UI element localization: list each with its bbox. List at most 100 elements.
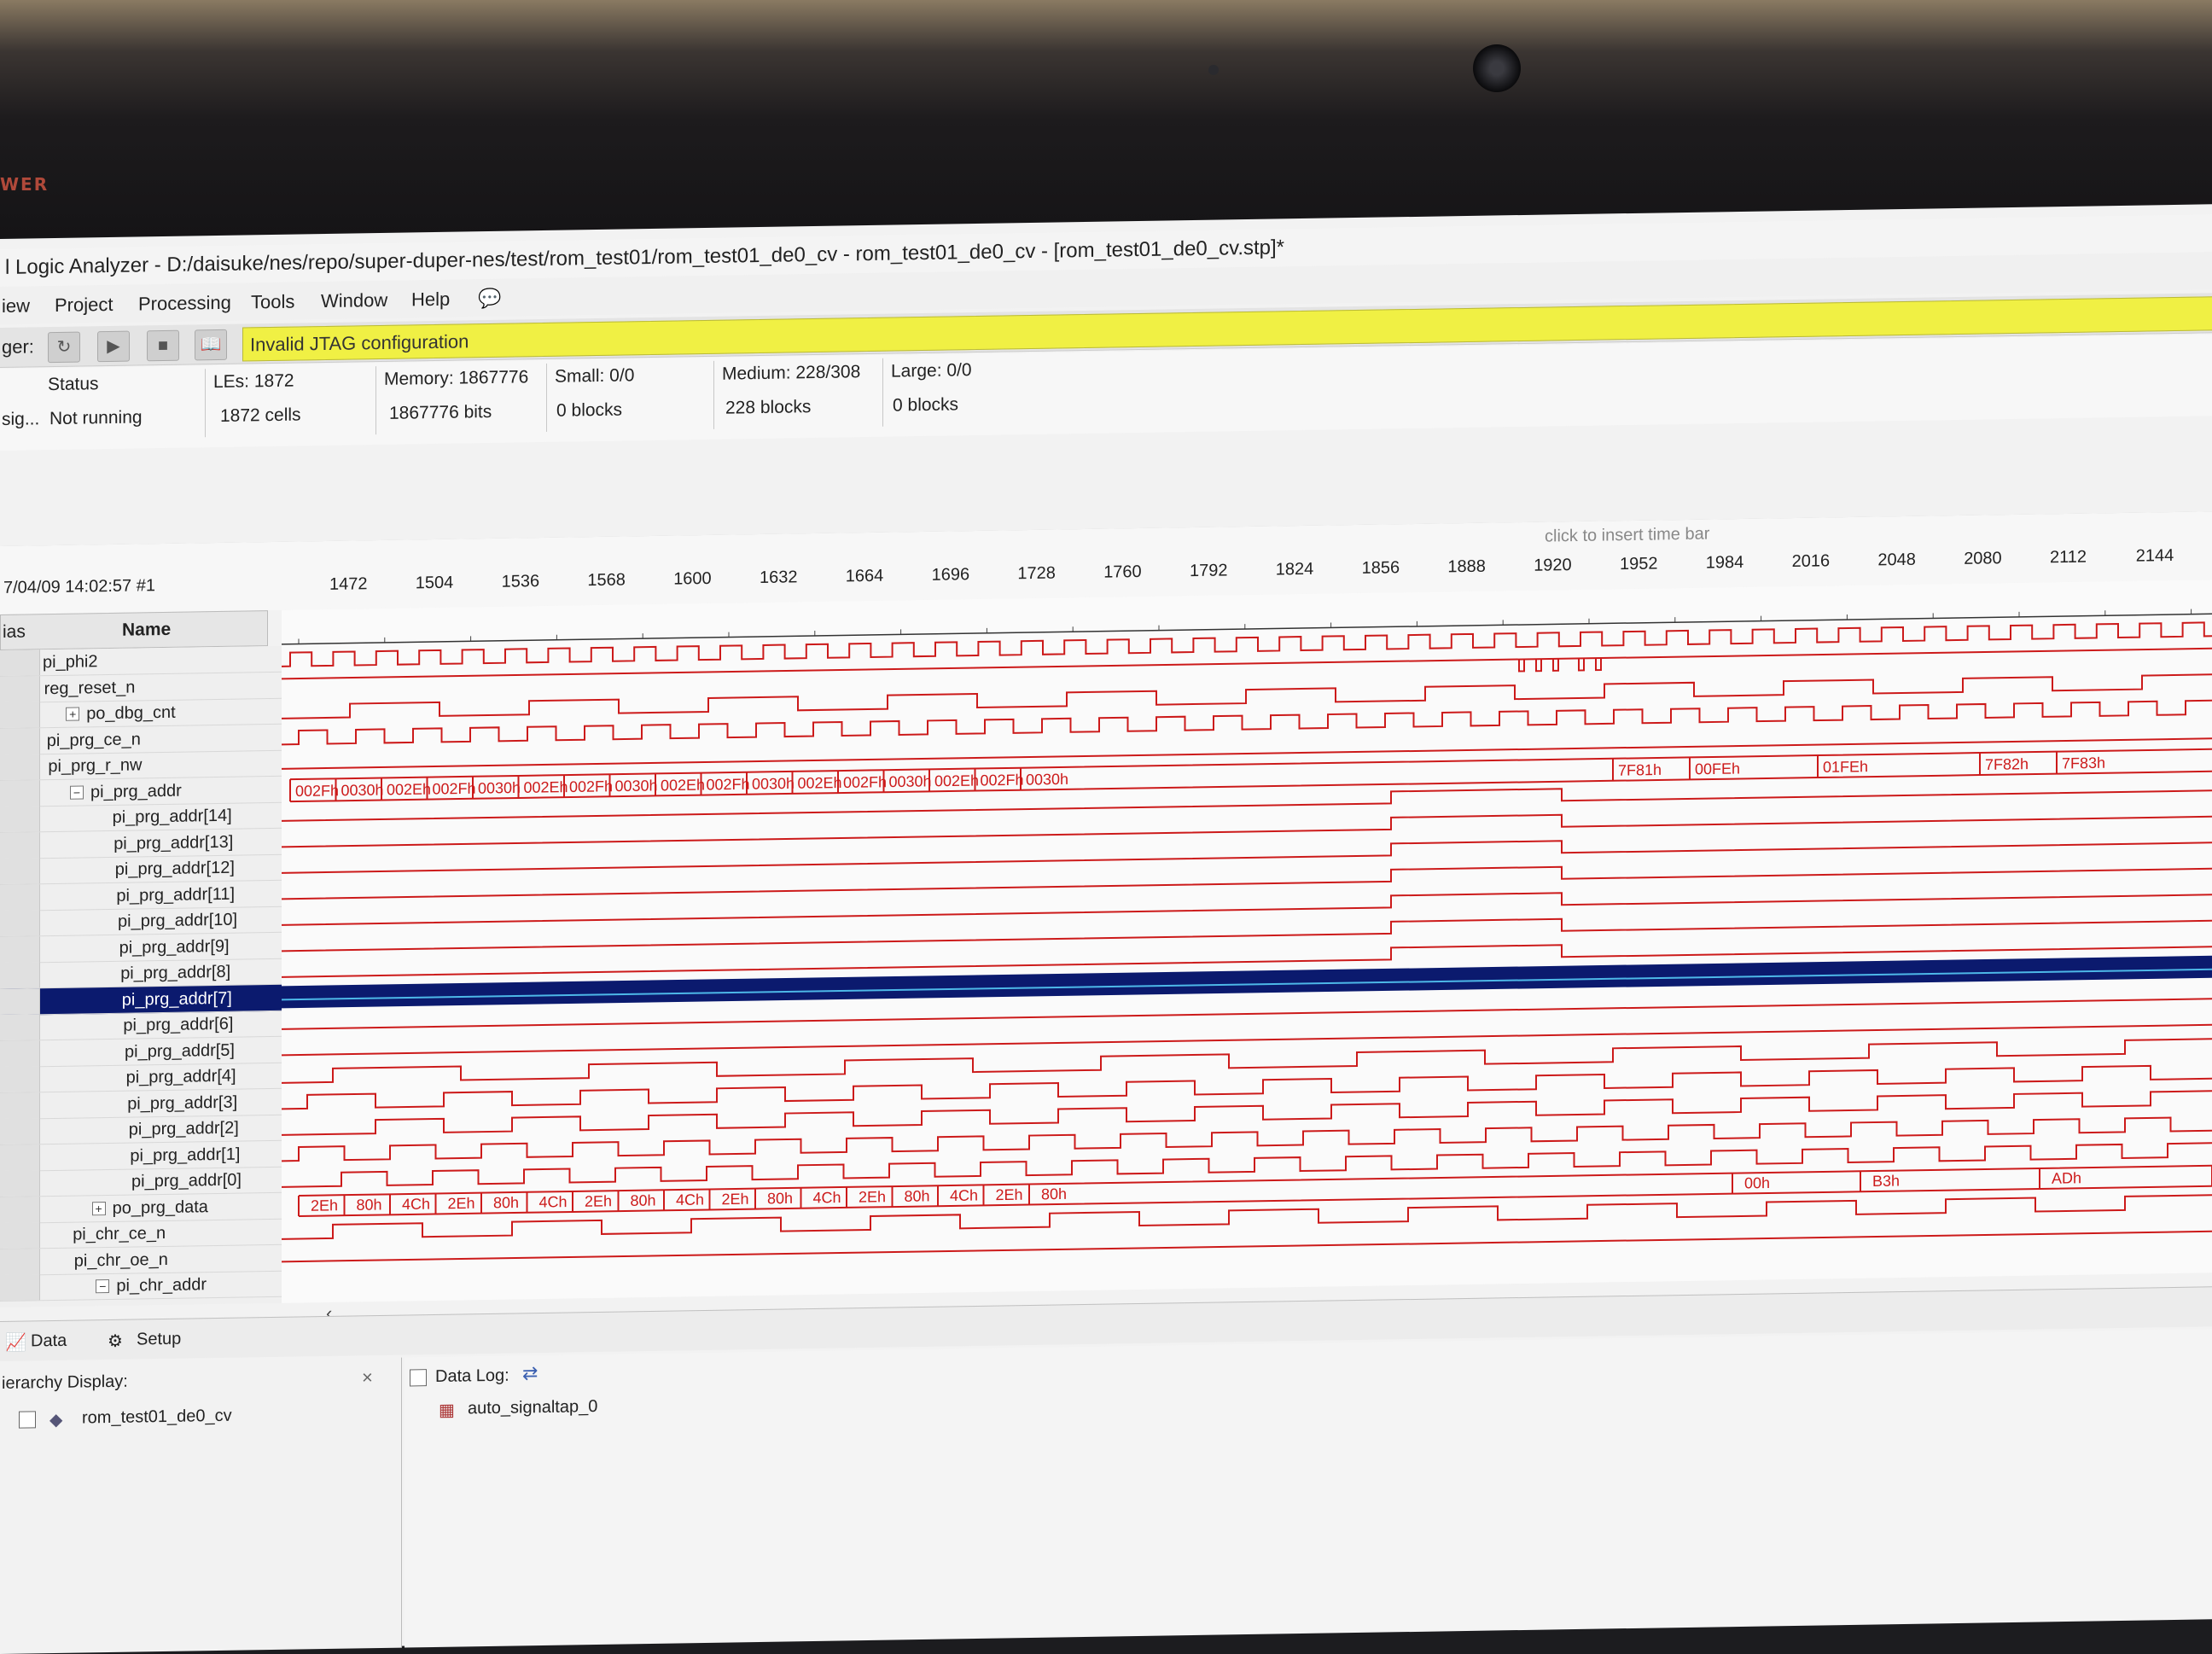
expand-icon[interactable]: + xyxy=(66,707,80,721)
menu-tools[interactable]: Tools xyxy=(251,291,294,314)
addr-bus-value: 0030h xyxy=(615,777,658,795)
collapse-icon[interactable]: − xyxy=(96,1278,110,1294)
addr-bus-value: 002Eh xyxy=(387,781,431,799)
waveform-addr-bit xyxy=(282,892,2212,926)
signal-list: pi_phi2 reg_reset_n + po_dbg_cnt pi_prg_ce_n… xyxy=(0,645,290,1307)
alias-cell xyxy=(0,1274,40,1301)
signal-name: reg_reset_n xyxy=(44,678,136,698)
addr-bus-value: 002Fh xyxy=(433,780,476,798)
close-icon[interactable]: × xyxy=(362,1366,373,1389)
column-divider xyxy=(375,366,376,435)
alias-cell xyxy=(0,858,40,884)
column-divider xyxy=(205,369,206,438)
tick-label: 1632 xyxy=(760,568,798,588)
signal-name: pi_chr_addr xyxy=(116,1275,207,1296)
autorun-icon[interactable]: ↻ xyxy=(48,331,80,364)
sensor-dot xyxy=(1208,65,1219,75)
stop-icon[interactable]: ■ xyxy=(147,329,179,362)
selected-waveform-band xyxy=(282,955,2212,1009)
alias-cell xyxy=(0,883,40,911)
signal-row[interactable]: − pi_chr_addr xyxy=(0,1270,290,1302)
addr-bus-value: 002Fh xyxy=(981,772,1024,789)
signal-name: pi_prg_addr[4] xyxy=(125,1066,236,1087)
menu-help[interactable]: Help xyxy=(411,288,450,312)
alias-cell xyxy=(0,702,40,728)
power-label: WER xyxy=(0,174,49,195)
data-tab-icon[interactable]: 📈 xyxy=(5,1332,26,1354)
data-bus-value: 80h xyxy=(905,1187,930,1204)
data-log-icon[interactable]: ⇄ xyxy=(522,1362,538,1384)
waveform-canvas[interactable]: 002Fh 0030h 002Eh 002Fh 0030h 002Eh 002Fh 0030h… xyxy=(282,579,2212,1303)
alias-cell xyxy=(0,987,40,1015)
alias-cell xyxy=(0,649,40,676)
data-bus-value: 2Eh xyxy=(722,1191,749,1208)
addr-bus-value: 002Eh xyxy=(524,778,568,796)
hierarchy-display-panel: ierarchy Display: × ◆ rom_test01_de0_cv xyxy=(0,1357,402,1654)
signal-name: pi_prg_addr[11] xyxy=(116,884,236,906)
collapse-icon[interactable]: − xyxy=(70,784,84,800)
tick-label: 1728 xyxy=(1017,563,1056,584)
menu-view[interactable]: iew xyxy=(2,294,30,317)
alias-column-header[interactable]: ias xyxy=(3,622,26,643)
reset-glitch xyxy=(1535,659,1542,673)
menu-processing[interactable]: Processing xyxy=(138,292,231,316)
bus-segment xyxy=(1020,757,1613,791)
expand-icon[interactable]: + xyxy=(91,1201,106,1215)
insert-time-bar-hint[interactable]: click to insert time bar xyxy=(1545,525,1709,547)
setup-tab-icon[interactable]: ⚙ xyxy=(108,1331,123,1352)
waveform-po-dbg-cnt xyxy=(282,673,2212,719)
signal-name: po_dbg_cnt xyxy=(86,702,176,724)
data-log-panel: Data Log: ⇄ ▦ auto_signaltap_0 xyxy=(405,1329,2212,1648)
data-bus-value: 2Eh xyxy=(311,1197,338,1214)
menu-project[interactable]: Project xyxy=(55,294,113,317)
waveform-area[interactable]: 002Fh 0030h 002Eh 002Fh 0030h 002Eh 002Fh 0030h… xyxy=(282,579,2212,1303)
alias-cell xyxy=(0,1248,40,1275)
addr-bus-value: 7F83h xyxy=(2062,754,2105,772)
tab-data[interactable]: Data xyxy=(31,1331,67,1352)
signal-name: pi_prg_addr[13] xyxy=(114,832,234,853)
time-axis xyxy=(282,613,2212,645)
signal-name: pi_prg_addr[2] xyxy=(128,1118,239,1139)
tick-label: 1952 xyxy=(1620,554,1658,574)
column-divider xyxy=(713,360,714,429)
signal-name: pi_prg_r_nw xyxy=(48,755,143,777)
addr-bus-value: 002Eh xyxy=(661,777,705,795)
waveform-addr-bit xyxy=(282,1038,2212,1084)
hierarchy-checkbox[interactable] xyxy=(19,1411,36,1429)
feedback-icon[interactable]: 💬 xyxy=(478,288,501,310)
alias-cell xyxy=(0,779,40,807)
data-log-checkbox[interactable] xyxy=(410,1369,427,1387)
hierarchy-node-icon: ◆ xyxy=(49,1410,63,1430)
instance-name[interactable]: sig... xyxy=(2,409,39,430)
tick-label: 1760 xyxy=(1103,562,1142,582)
data-bus-value: 4Ch xyxy=(950,1186,978,1204)
tick-label: 1888 xyxy=(1447,556,1486,577)
waveform-addr-bit xyxy=(282,917,2212,952)
read-data-icon[interactable]: 📖 xyxy=(195,329,227,361)
run-icon[interactable]: ▶ xyxy=(97,330,130,363)
tick-label: 1504 xyxy=(415,573,454,593)
addr-bus-value: 7F82h xyxy=(1985,755,2029,773)
addr-bus-value: 0030h xyxy=(478,779,521,797)
large-value: 0 blocks xyxy=(893,394,959,416)
name-column-header[interactable]: Name xyxy=(122,620,171,641)
data-log-item[interactable]: auto_signaltap_0 xyxy=(468,1397,597,1418)
addr-bus-value: 0030h xyxy=(341,781,384,799)
data-bus-value: 80h xyxy=(631,1191,656,1208)
menu-window[interactable]: Window xyxy=(321,289,387,312)
tick-label: 1472 xyxy=(329,574,368,594)
tab-setup[interactable]: Setup xyxy=(137,1330,181,1350)
tick-label: 1696 xyxy=(931,565,970,585)
data-bus-value: 2Eh xyxy=(585,1192,612,1210)
tick-label: 1568 xyxy=(587,570,626,591)
signal-name: pi_prg_addr xyxy=(90,781,182,801)
bus-segment xyxy=(1028,1172,1732,1206)
waveform-addr-bit xyxy=(282,813,2212,848)
les-value: 1872 cells xyxy=(220,405,301,426)
data-bus-value: 4Ch xyxy=(539,1193,568,1211)
hierarchy-item[interactable]: rom_test01_de0_cv xyxy=(82,1406,232,1429)
signal-name: pi_phi2 xyxy=(43,652,98,673)
addr-bus-value: 002Eh xyxy=(798,774,842,792)
alias-cell xyxy=(0,962,40,988)
addr-bus-value: 0030h xyxy=(752,775,795,793)
